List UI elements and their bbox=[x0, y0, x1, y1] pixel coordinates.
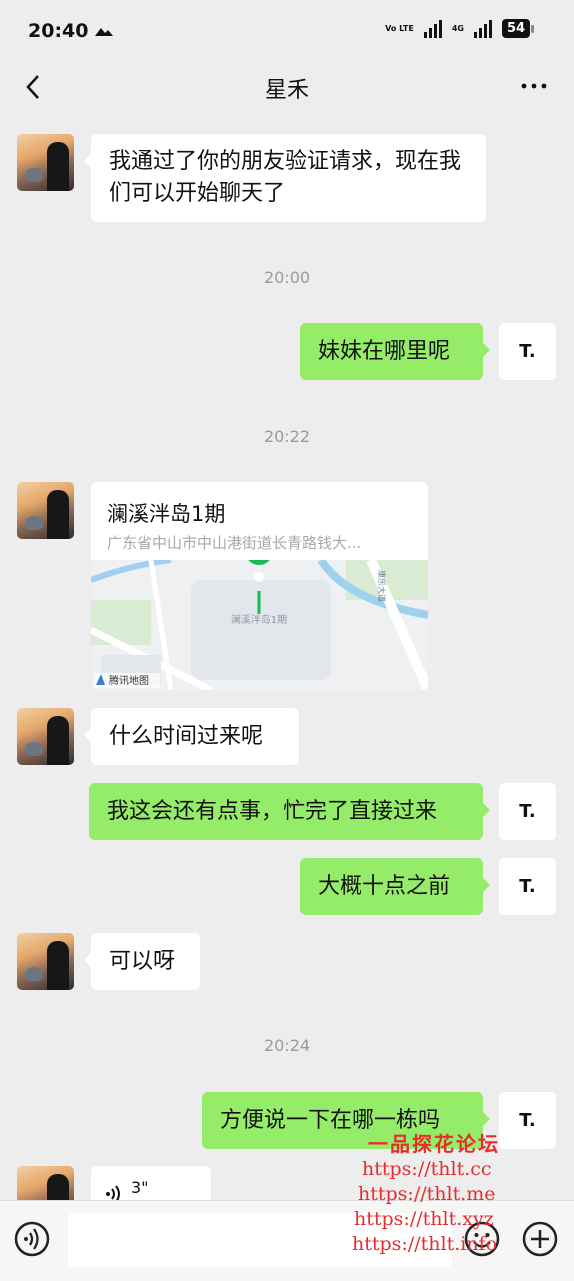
clock: 20:40 bbox=[28, 20, 89, 42]
location-card[interactable]: 澜溪泮岛1期 广东省中山市中山港街道长青路钱大... 澜溪泮岛1期 康乐大道 腾… bbox=[91, 482, 428, 690]
message-incoming[interactable]: 我通过了你的朋友验证请求，现在我们可以开始聊天了 bbox=[84, 134, 486, 222]
contact-avatar[interactable] bbox=[17, 1166, 74, 1200]
network-type: 4G bbox=[451, 24, 464, 33]
message-incoming[interactable]: 可以呀 bbox=[84, 933, 200, 990]
message-text: 我这会还有点事，忙完了直接过来 bbox=[107, 798, 438, 824]
message-text: 可以呀 bbox=[109, 948, 176, 974]
timestamp: 20:24 bbox=[263, 1036, 311, 1055]
timestamp: 20:22 bbox=[263, 427, 311, 446]
battery-icon: 54 bbox=[502, 19, 534, 38]
contact-avatar[interactable] bbox=[17, 933, 74, 990]
nav-bar: 星禾 bbox=[0, 62, 574, 112]
location-name: 澜溪泮岛1期 bbox=[107, 502, 226, 526]
chat-title: 星禾 bbox=[264, 78, 309, 103]
voice-duration: 3" bbox=[131, 1178, 149, 1197]
message-outgoing[interactable]: 妹妹在哪里呢 bbox=[300, 323, 490, 380]
road-label: 康乐大道 bbox=[377, 570, 387, 602]
more-icon[interactable] bbox=[520, 74, 548, 98]
signal-icon-2 bbox=[474, 19, 492, 38]
message-incoming[interactable]: 什么时间过来呢 bbox=[84, 708, 299, 765]
message-text: 什么时间过来呢 bbox=[109, 723, 264, 749]
watermark-url: https://thlt.xyz bbox=[354, 1208, 494, 1230]
map-preview: 澜溪泮岛1期 康乐大道 腾讯地图 bbox=[91, 560, 428, 690]
volte-indicator: Vo LTE bbox=[385, 24, 414, 33]
watermark-url: https://thlt.info bbox=[352, 1233, 498, 1255]
map-provider: 腾讯地图 bbox=[109, 674, 149, 687]
status-bar: 20:40 Vo LTE 4G 54 bbox=[0, 0, 574, 62]
timestamp: 20:00 bbox=[263, 268, 311, 287]
voice-input-icon[interactable] bbox=[14, 1221, 50, 1257]
watermark-url: https://thlt.cc bbox=[362, 1158, 492, 1180]
voice-wave-icon bbox=[106, 1185, 120, 1200]
location-address: 广东省中山市中山港街道长青路钱大... bbox=[107, 534, 362, 552]
self-avatar[interactable]: T. bbox=[499, 858, 556, 915]
message-outgoing[interactable]: 大概十点之前 bbox=[300, 858, 490, 915]
voice-message[interactable]: 3" bbox=[91, 1166, 211, 1200]
signal-icon bbox=[423, 19, 442, 38]
message-text: 大概十点之前 bbox=[318, 873, 451, 899]
chat-area[interactable]: 我通过了你的朋友验证请求，现在我们可以开始聊天了 20:00 妹妹在哪里呢 T.… bbox=[0, 118, 574, 1200]
mountain-icon bbox=[95, 28, 113, 36]
self-avatar[interactable]: T. bbox=[499, 323, 556, 380]
map-label: 澜溪泮岛1期 bbox=[231, 613, 287, 626]
message-outgoing[interactable]: 我这会还有点事，忙完了直接过来 bbox=[89, 783, 490, 840]
battery-level: 54 bbox=[502, 19, 530, 38]
watermark: 一品探花论坛 https://thlt.cc https://thlt.me h… bbox=[352, 1128, 574, 1257]
contact-avatar[interactable] bbox=[17, 708, 74, 765]
message-text: 妹妹在哪里呢 bbox=[318, 338, 451, 364]
message-text: 我通过了你的朋友验证请求，现在我们可以开始聊天了 bbox=[109, 149, 462, 206]
watermark-url: https://thlt.me bbox=[358, 1183, 496, 1205]
contact-avatar[interactable] bbox=[17, 134, 74, 191]
contact-avatar[interactable] bbox=[17, 482, 74, 539]
self-avatar[interactable]: T. bbox=[499, 783, 556, 840]
watermark-title: 一品探花论坛 bbox=[368, 1132, 500, 1156]
